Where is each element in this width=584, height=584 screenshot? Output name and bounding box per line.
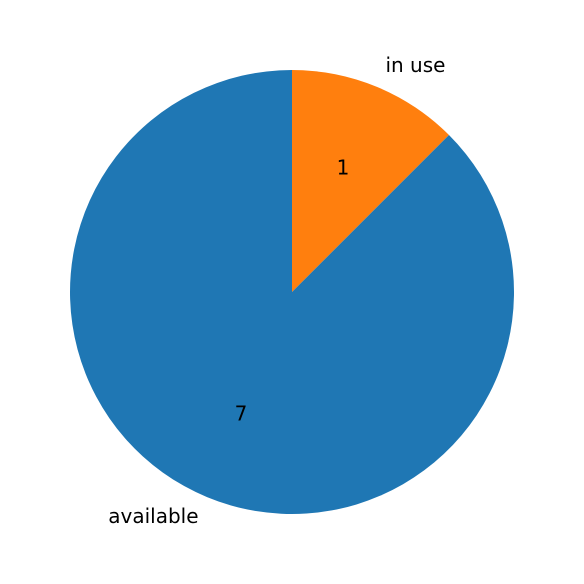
pie-value-label: 7	[235, 402, 248, 426]
pie-category-label: in use	[385, 53, 445, 77]
pie-slices	[70, 70, 515, 514]
pie-chart: in use 1 available 7	[70, 53, 515, 528]
pie-value-label: 1	[337, 155, 350, 179]
pie-category-label: available	[108, 504, 198, 528]
